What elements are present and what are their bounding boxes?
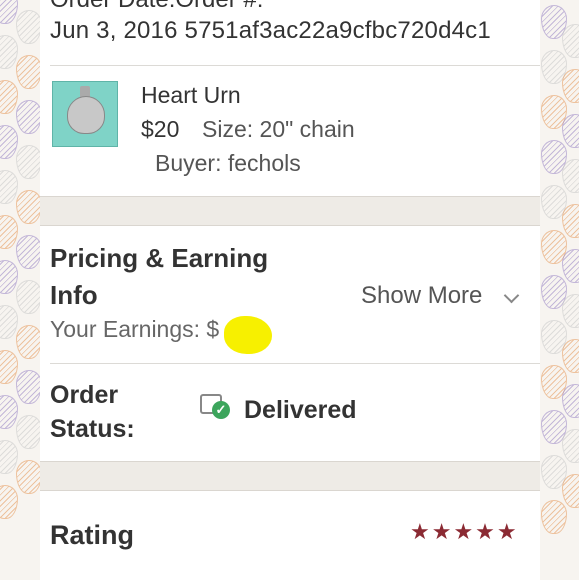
order-number: 5751af3ac22a9cfbc720d4c1 [184,17,491,44]
chevron-down-icon[interactable] [503,287,520,304]
order-status-label: Order Status: [50,381,135,443]
item-buyer[interactable]: Buyer: fechols [155,150,301,177]
order-details-panel: Order Date:Order #: Jun 3, 2016 5751af3a… [40,0,540,580]
section-separator [40,196,540,226]
order-date: Jun 3, 2016 [50,17,178,44]
show-more-button[interactable]: Show More [361,282,482,310]
divider [50,65,540,66]
earnings-label: Your Earnings: $ [50,316,220,342]
order-header-label: Order Date:Order #: [50,0,263,14]
pricing-earning-title: Pricing & Earning Info [50,243,269,310]
redaction-highlight [224,316,272,354]
item-thumbnail[interactable] [52,81,118,147]
heart-pattern-column [562,14,579,519]
section-separator [40,461,540,491]
item-size: Size: 20" chain [202,116,355,142]
order-status-value: Delivered [244,396,357,424]
heart-urn-pendant-image [67,96,105,134]
order-date-and-number: Jun 3, 2016 5751af3ac22a9cfbc720d4c1 [50,17,491,45]
divider [50,363,540,364]
delivered-check-icon: ✓ [212,401,230,419]
rating-label: Rating [50,520,134,550]
rating-stars: ★★★★★ [410,519,519,544]
item-title[interactable]: Heart Urn [141,82,241,109]
item-price: $20 [141,116,180,142]
